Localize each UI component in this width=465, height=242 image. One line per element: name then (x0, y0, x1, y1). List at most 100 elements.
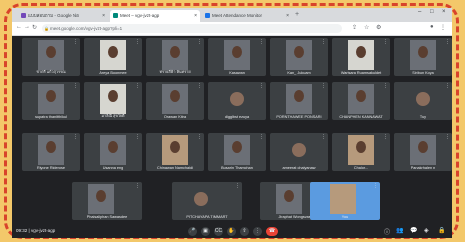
tile-menu-icon[interactable]: ⋮ (321, 83, 326, 89)
captions-button[interactable]: CC (214, 227, 223, 236)
video-feed (276, 184, 302, 214)
people-icon[interactable]: 👥 (396, 227, 403, 234)
tile-menu-icon[interactable]: ⋮ (135, 183, 140, 189)
extensions-icon[interactable]: ⚙ (376, 24, 381, 31)
profile-icon[interactable]: ● (430, 24, 434, 30)
participant-name: Tuy (419, 115, 427, 119)
mic-button[interactable]: 🎤 (188, 227, 197, 236)
camera-button[interactable]: ▣ (201, 227, 210, 236)
participant-tile[interactable]: ⋮ มาลิณี สุขใจดี (84, 82, 142, 120)
url-field[interactable]: 🔒 meet.google.com/vgv-jvzt-agp?pli=1 (42, 24, 342, 33)
participant-tile[interactable]: ⋮ supatra thanitthikul (22, 82, 80, 120)
maximize-icon[interactable]: □ (430, 9, 434, 15)
person-face (418, 141, 428, 153)
participant-tile[interactable]: ⋮ Kasawan (208, 38, 266, 76)
participant-tile[interactable]: ⋮ Phaisaliphan Sawasdee (72, 182, 142, 220)
reload-icon[interactable]: ↻ (32, 24, 37, 31)
tile-menu-icon[interactable]: ⋮ (197, 39, 202, 45)
participant-tile[interactable]: ⋮ Tuy (394, 82, 452, 120)
chat-icon[interactable]: 💬 (410, 227, 417, 234)
close-window-icon[interactable]: × (442, 9, 446, 15)
tile-menu-icon[interactable]: ⋮ (135, 39, 140, 45)
tile-menu-icon[interactable]: ⋮ (321, 39, 326, 45)
tile-menu-icon[interactable]: ⋮ (383, 134, 388, 140)
close-icon[interactable]: × (286, 10, 289, 22)
participant-tile[interactable]: ⋮ ameerat chaiyanaw (270, 133, 328, 171)
tile-menu-icon[interactable]: ⋮ (197, 134, 202, 140)
forward-icon[interactable]: → (24, 24, 30, 30)
leave-call-button[interactable]: ☎ (266, 227, 278, 236)
participant-tile[interactable]: ⋮ Kan_ Jukuam (270, 38, 328, 76)
tile-menu-icon[interactable]: ⋮ (445, 39, 450, 45)
participant-name: Kan_ Jukuam (287, 71, 311, 75)
tile-menu-icon[interactable]: ⋮ (135, 134, 140, 140)
participant-tile[interactable]: ⋮ You (310, 182, 380, 220)
url-text: meet.google.com/vgv-jvzt-agp?pli=1 (50, 26, 123, 31)
participant-tile[interactable]: ⋮ Chinawan Namchaidi (146, 133, 204, 171)
participant-tile[interactable]: ⋮ CHANPHEN KANNAWAT (332, 82, 390, 120)
video-feed (38, 84, 64, 114)
share-icon[interactable]: ⇪ (352, 24, 357, 31)
activities-icon[interactable]: ◈ (424, 227, 429, 234)
participant-name: ชาตรี แก้วสุวรรณ (36, 70, 66, 74)
participant-tile[interactable]: ⋮ ชาตรี แก้วสุวรรณ (22, 38, 80, 76)
tile-menu-icon[interactable]: ⋮ (373, 183, 378, 189)
tile-menu-icon[interactable]: ⋮ (259, 39, 264, 45)
video-feed (410, 40, 436, 70)
video-feed (286, 40, 312, 70)
tile-menu-icon[interactable]: ⋮ (235, 183, 240, 189)
info-icon[interactable]: ⓘ (384, 227, 390, 236)
participant-tile[interactable]: ⋮ Orawan Kitra (146, 82, 204, 120)
participant-tile[interactable]: ⋮ PORNTHAWEE PONSARI (270, 82, 328, 120)
tile-menu-icon[interactable]: ⋮ (383, 83, 388, 89)
minimize-icon[interactable]: – (418, 9, 421, 15)
tile-menu-icon[interactable]: ⋮ (445, 83, 450, 89)
meet-icon (113, 13, 118, 18)
participant-tile[interactable]: ⋮ Usanna eng (84, 133, 142, 171)
video-feed (410, 135, 436, 165)
close-icon[interactable]: × (194, 10, 197, 22)
back-icon[interactable]: ← (16, 24, 22, 30)
tile-menu-icon[interactable]: ⋮ (321, 134, 326, 140)
participant-tile[interactable]: ⋮ Areya Boonmee (84, 38, 142, 76)
participant-tile[interactable]: ⋮ PITCHAYAPA TIMMART (172, 182, 242, 220)
person-face (294, 46, 304, 58)
raise-hand-button[interactable]: ✋ (227, 227, 236, 236)
host-controls-icon[interactable]: 🔒 (438, 227, 445, 234)
participant-name: PORNTHAWEE PONSARI (276, 115, 322, 119)
avatar (230, 92, 244, 106)
close-icon[interactable]: × (102, 10, 105, 22)
attendance-icon (205, 13, 210, 18)
participant-tile[interactable]: ⋮ Riyone Riderose (22, 133, 80, 171)
tile-menu-icon[interactable]: ⋮ (73, 134, 78, 140)
participant-tile[interactable]: ⋮ Warisara Ruamsakuldet (332, 38, 390, 76)
tile-menu-icon[interactable]: ⋮ (383, 39, 388, 45)
participant-tile[interactable]: ⋮ Busarin Thamchan (208, 133, 266, 171)
participant-tile[interactable]: ⋮ Chalor... (332, 133, 390, 171)
person-face (96, 190, 106, 202)
tab-forms[interactable]: แบบสอบถาม - Google ฟอ × (18, 10, 108, 22)
tab-meet[interactable]: Meet – vgv-jvzt-agp × (110, 10, 200, 22)
participant-tile[interactable]: ⋮ digglbst ezuya (208, 82, 266, 120)
tile-menu-icon[interactable]: ⋮ (197, 83, 202, 89)
tile-menu-icon[interactable]: ⋮ (445, 134, 450, 140)
present-button[interactable]: ⇧ (240, 227, 249, 236)
person-face (232, 141, 242, 153)
tile-menu-icon[interactable]: ⋮ (135, 83, 140, 89)
participant-tile[interactable]: ⋮ Siribun Koya (394, 38, 452, 76)
person-face (294, 90, 304, 102)
tile-menu-icon[interactable]: ⋮ (73, 39, 78, 45)
participant-tile[interactable]: ⋮ ทรายสีฟ้า หินทราย (146, 38, 204, 76)
tile-menu-icon[interactable]: ⋮ (259, 83, 264, 89)
person-face (108, 141, 118, 153)
video-feed (100, 40, 126, 70)
menu-icon[interactable]: ⋮ (440, 24, 446, 31)
new-tab-icon[interactable]: + (295, 10, 299, 20)
star-icon[interactable]: ☆ (364, 24, 369, 31)
tab-attendance[interactable]: Meet Attendance Monitor × (202, 10, 292, 22)
person-face (418, 46, 428, 58)
tile-menu-icon[interactable]: ⋮ (73, 83, 78, 89)
more-options-button[interactable]: ⋮ (253, 227, 262, 236)
participant-tile[interactable]: ⋮ Panakrhalen n (394, 133, 452, 171)
tile-menu-icon[interactable]: ⋮ (259, 134, 264, 140)
